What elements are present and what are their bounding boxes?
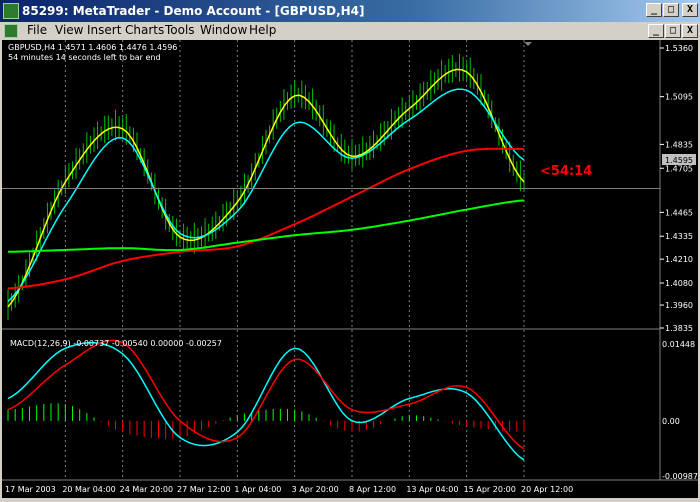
- macd-main-line: [7, 341, 525, 461]
- chart-window-icon[interactable]: [4, 24, 18, 38]
- current-price-label: 1.4595: [665, 156, 693, 165]
- title-bar[interactable]: 85299: MetaTrader - Demo Account - [GBPU…: [0, 0, 700, 22]
- countdown-label: <54:14: [540, 164, 592, 179]
- time-axis-tick-label: 1 Apr 04:00: [234, 485, 281, 494]
- time-axis-tick-label: 8 Apr 12:00: [349, 485, 396, 494]
- time-axis-labels: 17 Mar 2003 20 Mar 04:00 24 Mar 20:00 27 Ma…: [5, 485, 573, 494]
- long-ma-line: [7, 199, 525, 253]
- time-axis-tick-label: 15 Apr 20:00: [464, 485, 516, 494]
- metatrader-app-icon: [3, 3, 19, 19]
- price-axis-tick-label: 1.4210: [665, 255, 693, 264]
- moving-average-lines: [2, 68, 660, 308]
- price-axis-tick-label: 1.4465: [665, 208, 693, 217]
- mid-ma-line: [7, 88, 525, 302]
- menu-tools[interactable]: Tools: [162, 23, 198, 37]
- minimize-button[interactable]: _: [646, 3, 662, 17]
- macd-axis-tick-label: -0.00987: [662, 472, 698, 481]
- menu-bar: File View Insert Charts Tools Window Hel…: [0, 22, 700, 40]
- macd-axis-labels: 0.01448 0.00 -0.00987: [662, 340, 698, 481]
- price-axis-tick-label: 1.4705: [665, 164, 693, 173]
- price-axis-tick-label: 1.4080: [665, 279, 693, 288]
- price-bars: [7, 53, 525, 321]
- price-axis-tick-label: 1.5360: [665, 44, 693, 53]
- close-button[interactable]: X: [682, 3, 698, 17]
- time-axis-tick-label: 17 Mar 2003: [5, 485, 56, 494]
- macd-signal-line: [7, 339, 525, 450]
- menu-insert[interactable]: Insert: [84, 23, 124, 37]
- price-axis-tick-label: 1.4335: [665, 232, 693, 241]
- macd-header-label: MACD(12,26,9) -0.00737 -0.00540 0.00000 …: [10, 339, 222, 348]
- window-title: 85299: MetaTrader - Demo Account - [GBPU…: [22, 4, 365, 18]
- price-axis-tick-label: 1.3960: [665, 301, 693, 310]
- time-axis-tick-label: 24 Mar 20:00: [120, 485, 173, 494]
- bar-timer-label: 54 minutes 14 seconds left to bar end: [8, 53, 161, 62]
- time-axis-tick-label: 20 Apr 12:00: [521, 485, 573, 494]
- menu-view[interactable]: View: [52, 23, 86, 37]
- time-axis-tick-label: 3 Apr 20:00: [292, 485, 339, 494]
- app-window: 85299: MetaTrader - Demo Account - [GBPU…: [0, 0, 700, 502]
- time-axis-tick-label: 13 Apr 04:00: [406, 485, 458, 494]
- menu-file[interactable]: File: [24, 23, 50, 37]
- menu-charts[interactable]: Charts: [122, 23, 167, 37]
- menu-window[interactable]: Window: [197, 23, 250, 37]
- price-axis-tick-label: 1.5095: [665, 93, 693, 102]
- maximize-button[interactable]: □: [663, 3, 679, 17]
- chart-shift-marker-icon[interactable]: [524, 42, 532, 46]
- time-axis-tick-label: 20 Mar 04:00: [62, 485, 115, 494]
- price-axis-tick-label: 1.3835: [665, 324, 693, 333]
- child-minimize-button[interactable]: _: [648, 24, 664, 38]
- macd-lines: [7, 339, 525, 461]
- macd-axis-tick-label: 0.00: [662, 417, 680, 426]
- price-chart[interactable]: GBPUSD,H4 1.4571 1.4606 1.4476 1.4596 54…: [2, 40, 698, 498]
- child-restore-button[interactable]: □: [665, 24, 681, 38]
- price-axis-tick-label: 1.4835: [665, 140, 693, 149]
- macd-axis-tick-label: 0.01448: [662, 340, 695, 349]
- chart-area[interactable]: GBPUSD,H4 1.4571 1.4606 1.4476 1.4596 54…: [2, 40, 698, 498]
- time-axis-tick-label: 27 Mar 12:00: [177, 485, 230, 494]
- macd-histogram: [7, 403, 525, 439]
- ohlc-info-label: GBPUSD,H4 1.4571 1.4606 1.4476 1.4596: [8, 43, 177, 52]
- price-axis-labels: 1.5360 1.5095 1.4835 1.4705 1.4465 1.4335 1.42…: [660, 44, 693, 333]
- child-close-button[interactable]: X: [682, 24, 698, 38]
- menu-help[interactable]: Help: [246, 23, 279, 37]
- slow-ma-line: [7, 147, 524, 290]
